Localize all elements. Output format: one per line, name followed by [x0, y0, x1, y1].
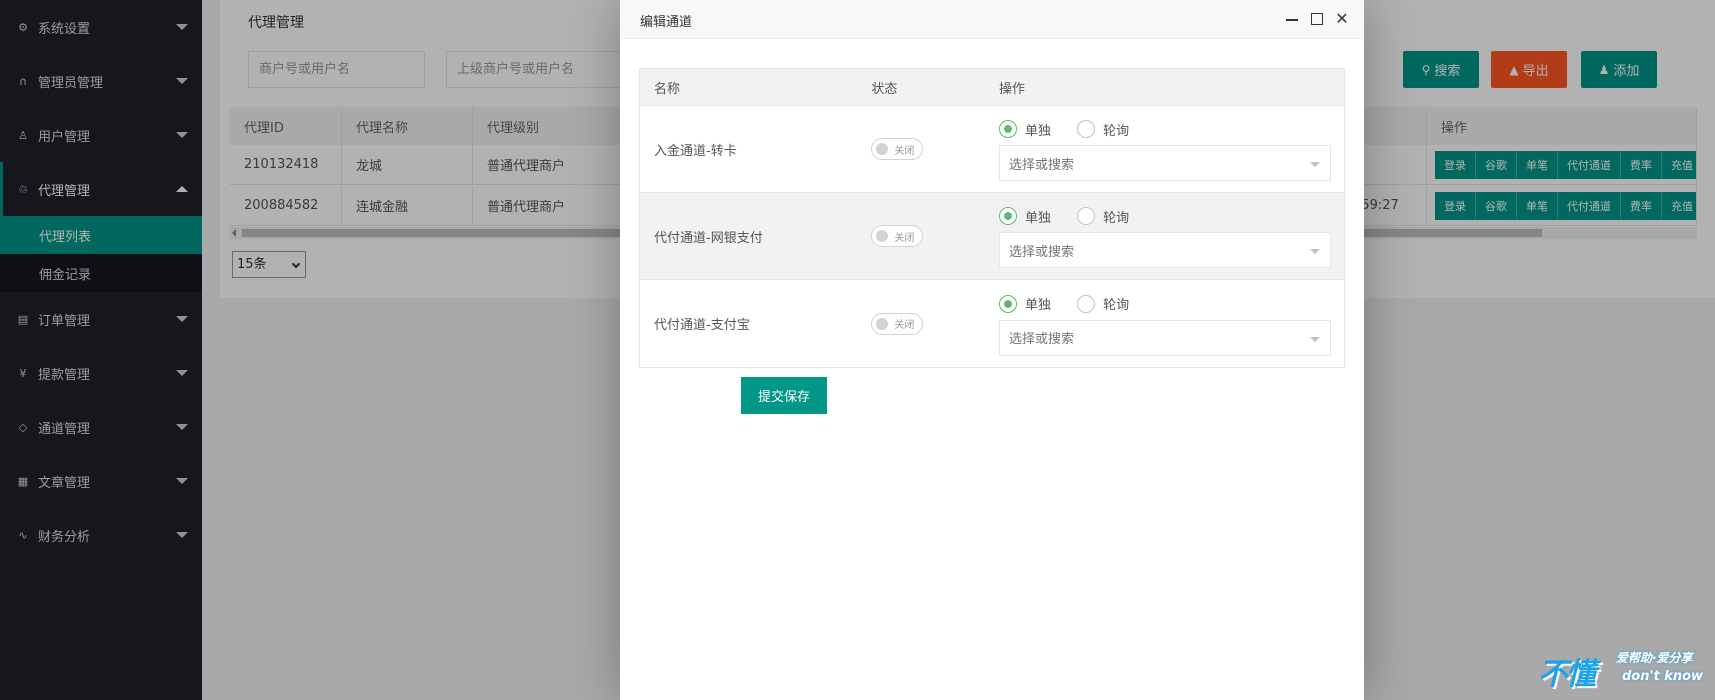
maximize-icon[interactable]: [1309, 11, 1325, 27]
channel-action: 单独 轮询 选择或搜索: [985, 193, 1344, 279]
radio-label: 轮询: [1103, 298, 1130, 313]
radio-label: 轮询: [1103, 210, 1130, 226]
radio-polling[interactable]: 轮询: [1077, 120, 1129, 139]
channel-select[interactable]: 选择或搜索: [999, 319, 1332, 356]
watermark-slogan: 爱帮助·爱分享: [1616, 651, 1693, 665]
channel-table: 名称 状态 操作 入金通道-转卡 关闭 单独 轮询 选择或搜索 代付通道-网银支…: [639, 68, 1345, 368]
watermark-big-text: 不懂: [1538, 657, 1596, 692]
submit-save-button[interactable]: 提交保存: [741, 377, 827, 414]
channel-action: 单独 轮询 选择或搜索: [985, 280, 1344, 367]
channel-select-placeholder: 选择或搜索: [1009, 332, 1075, 347]
channel-table-header: 名称 状态 操作: [640, 69, 1344, 106]
radio-label: 单独: [1025, 123, 1052, 139]
channel-row: 代付通道-支付宝 关闭 单独 轮询 选择或搜索: [640, 280, 1344, 367]
col-action-label: 操作: [999, 81, 1026, 97]
switch-knob: [876, 317, 889, 330]
switch-label: 关闭: [894, 145, 915, 157]
radio-unchecked-icon: [1077, 120, 1096, 138]
radio-unchecked-icon: [1077, 207, 1096, 225]
channel-select-placeholder: 选择或搜索: [1009, 244, 1075, 260]
edit-channel-modal: 编辑通道 ✕ 名称 状态 操作 入金通道-转卡 关闭 单独 轮询 选择或搜索 代…: [620, 0, 1364, 700]
close-icon[interactable]: ✕: [1334, 11, 1350, 27]
mode-radio-group: 单独 轮询: [999, 292, 1155, 316]
switch-knob: [876, 143, 889, 155]
radio-single[interactable]: 单独: [999, 294, 1051, 313]
channel-status: 关闭: [857, 106, 985, 192]
minimize-icon[interactable]: [1284, 11, 1300, 27]
chevron-down-icon: [1310, 249, 1321, 254]
radio-unchecked-icon: [1077, 294, 1096, 313]
channel-select-placeholder: 选择或搜索: [1009, 157, 1075, 173]
switch-label: 关闭: [894, 232, 915, 244]
status-switch[interactable]: 关闭: [871, 225, 924, 247]
channel-name: 入金通道-转卡: [654, 143, 737, 159]
radio-checked-icon: [999, 120, 1018, 138]
switch-label: 关闭: [894, 320, 915, 331]
mode-radio-group: 单独 轮询: [999, 117, 1155, 141]
watermark-logo: 不懂 爱帮助·爱分享 don't know: [1538, 645, 1708, 693]
radio-single[interactable]: 单独: [999, 207, 1051, 226]
chevron-down-icon: [1310, 336, 1321, 342]
channel-row: 代付通道-网银支付 关闭 单独 轮询 选择或搜索: [640, 193, 1344, 280]
switch-knob: [876, 230, 889, 242]
radio-label: 轮询: [1103, 123, 1130, 139]
channel-name: 代付通道-支付宝: [654, 318, 750, 333]
radio-checked-icon: [999, 294, 1018, 313]
modal-title: 编辑通道: [640, 15, 693, 30]
status-switch[interactable]: 关闭: [871, 312, 924, 335]
radio-single[interactable]: 单独: [999, 120, 1051, 139]
col-name: 名称: [654, 81, 681, 97]
chevron-down-icon: [1310, 162, 1321, 167]
channel-action: 单独 轮询 选择或搜索: [985, 106, 1344, 192]
watermark-english: don't know: [1622, 669, 1704, 684]
radio-polling[interactable]: 轮询: [1077, 294, 1129, 313]
radio-polling[interactable]: 轮询: [1077, 207, 1129, 226]
channel-row: 入金通道-转卡 关闭 单独 轮询 选择或搜索: [640, 106, 1344, 193]
col-action: 操作: [985, 69, 1344, 105]
channel-select[interactable]: 选择或搜索: [999, 145, 1332, 181]
channel-status: 关闭: [857, 280, 985, 367]
radio-checked-icon: [999, 207, 1018, 225]
col-status: 状态: [871, 81, 898, 97]
channel-select[interactable]: 选择或搜索: [999, 232, 1332, 268]
radio-label: 单独: [1025, 298, 1052, 313]
radio-label: 单独: [1025, 210, 1052, 226]
mode-radio-group: 单独 轮询: [999, 204, 1155, 228]
modal-header: 编辑通道 ✕: [620, 0, 1364, 39]
channel-name: 代付通道-网银支付: [654, 230, 763, 246]
channel-status: 关闭: [857, 193, 985, 279]
status-switch[interactable]: 关闭: [871, 138, 924, 160]
